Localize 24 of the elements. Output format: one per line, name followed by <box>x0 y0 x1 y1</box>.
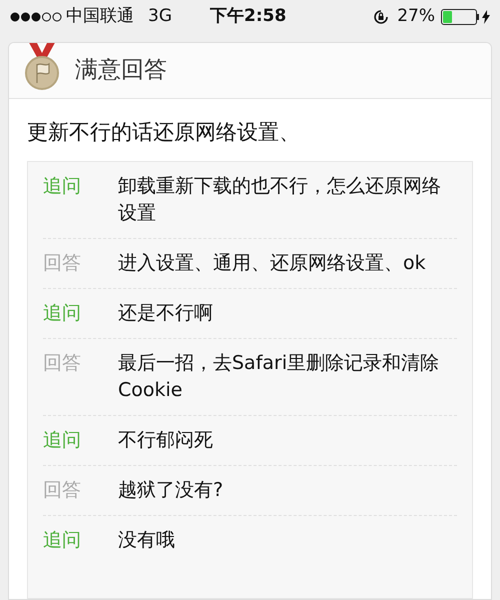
thread-message: 没有哦 <box>118 528 176 552</box>
thread-message: 还是不行啊 <box>118 300 214 326</box>
network-type: 3G <box>148 5 172 28</box>
rotation-lock-icon <box>373 9 390 25</box>
thread-message: 最后一招，去Safari里删除记录和清除Cookie <box>118 350 440 402</box>
thread-message: 卸载重新下载的也不行，怎么还原网络设置 <box>118 174 442 226</box>
signal-icon <box>10 12 62 22</box>
thread-label: 追问 <box>43 528 82 552</box>
battery-icon <box>441 9 477 25</box>
status-time: 下午2:58 <box>210 5 286 28</box>
thread-label: 追问 <box>43 428 82 452</box>
medal-icon <box>23 43 61 91</box>
thread-label: 追问 <box>43 300 82 326</box>
carrier-name: 中国联通 <box>66 5 134 28</box>
battery-percent: 27% <box>397 5 435 28</box>
thread-message: 进入设置、通用、还原网络设置、ok <box>118 250 427 276</box>
thread-label: 回答 <box>43 350 82 376</box>
thread-label: 回答 <box>43 250 82 276</box>
card-title: 满意回答 <box>75 56 167 86</box>
thread-message: 不行郁闷死 <box>118 428 214 452</box>
thread-label: 回答 <box>43 478 82 502</box>
thread-message: 越狱了没有? <box>118 478 224 502</box>
answer-text: 更新不行的话还原网络设置、 <box>26 119 301 146</box>
thread-label: 追问 <box>43 174 82 198</box>
